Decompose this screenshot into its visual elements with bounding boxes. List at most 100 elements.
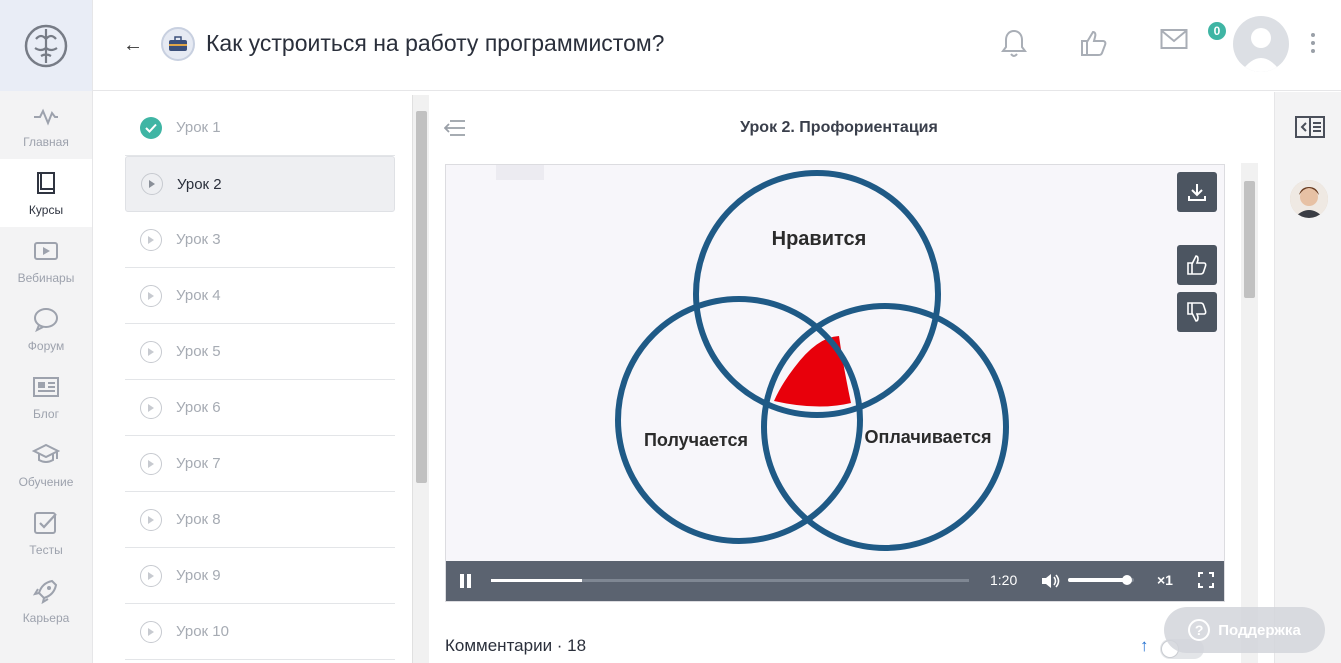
participant-avatar[interactable] xyxy=(1290,180,1328,218)
lesson-label: Урок 9 xyxy=(176,567,221,584)
lesson-label: Урок 10 xyxy=(176,623,229,640)
nav-item-7[interactable]: Карьера xyxy=(0,567,92,635)
lesson-list: Урок 1 Урок 2 Урок 3 Урок 4 Урок 5 Урок 6 Урок… xyxy=(125,100,395,660)
pulse-icon xyxy=(34,108,58,126)
graduation-cap-icon xyxy=(32,443,60,463)
like-lesson-button[interactable] xyxy=(1177,245,1217,285)
nav-item-0[interactable]: Главная xyxy=(0,91,92,159)
nav-item-label: Тесты xyxy=(29,543,63,557)
main-scrollbar[interactable] xyxy=(1241,163,1258,663)
lesson-label: Урок 8 xyxy=(176,511,221,528)
venn-intersection xyxy=(774,336,851,407)
thumb-up-icon xyxy=(1187,255,1207,275)
play-icon xyxy=(140,620,162,643)
chat-icon xyxy=(34,308,58,333)
comments-heading: Комментарии · 18 xyxy=(445,636,587,655)
rocket-icon xyxy=(32,579,58,605)
lesson-label: Урок 1 xyxy=(176,119,221,136)
volume-icon[interactable] xyxy=(1040,571,1060,596)
checkmark-icon xyxy=(140,116,162,139)
nav-item-4[interactable]: Блог xyxy=(0,363,92,431)
thumb-up-icon[interactable] xyxy=(1079,28,1109,63)
time-display: 1:20 xyxy=(990,572,1018,588)
play-icon xyxy=(140,396,162,419)
play-icon xyxy=(140,284,162,307)
play-icon xyxy=(140,564,162,587)
lesson-item[interactable]: Урок 4 xyxy=(125,268,395,324)
nav-item-label: Блог xyxy=(33,407,59,421)
lesson-list-scrollbar[interactable] xyxy=(412,95,429,663)
play-icon xyxy=(140,508,162,531)
download-icon xyxy=(1188,184,1206,201)
video-controls: 1:20 ×1 xyxy=(446,561,1224,601)
play-icon xyxy=(140,228,162,251)
video-player[interactable]: Нравится Получается Оплачивается 1:20 ×1 xyxy=(445,164,1225,602)
course-briefcase-icon xyxy=(161,27,195,61)
nav-item-3[interactable]: Форум xyxy=(0,295,92,363)
mail-icon[interactable] xyxy=(1160,28,1188,55)
lesson-item[interactable]: Урок 1 xyxy=(125,100,395,156)
play-icon xyxy=(140,452,162,475)
lesson-item[interactable]: Урок 9 xyxy=(125,548,395,604)
lesson-item[interactable]: Урок 10 xyxy=(125,604,395,660)
video-icon xyxy=(34,242,58,260)
label-likes: Нравится xyxy=(772,228,867,250)
more-menu-icon[interactable] xyxy=(1311,33,1315,53)
left-nav: Главная Курсы Вебинары Форум Блог Обучение Тес… xyxy=(0,0,93,663)
header: ← Как устроиться на работу программистом… xyxy=(93,0,1341,91)
nav-item-label: Курсы xyxy=(28,203,64,217)
play-icon xyxy=(141,173,163,195)
playback-speed[interactable]: ×1 xyxy=(1157,572,1173,588)
right-panel xyxy=(1274,92,1341,663)
play-icon xyxy=(140,340,162,363)
lesson-label: Урок 4 xyxy=(176,287,221,304)
user-avatar[interactable] xyxy=(1233,16,1289,72)
book-icon xyxy=(37,172,55,194)
nav-item-label: Главная xyxy=(23,135,69,149)
newspaper-icon xyxy=(33,377,59,397)
pause-icon[interactable] xyxy=(460,574,472,588)
lesson-label: Урок 6 xyxy=(176,399,221,416)
nav-item-label: Обучение xyxy=(18,475,74,489)
lesson-header: Урок 2. Профориентация xyxy=(430,95,1275,163)
lesson-label: Урок 5 xyxy=(176,343,221,360)
page-title: Как устроиться на работу программистом? xyxy=(206,30,665,56)
support-button[interactable]: ? Поддержка xyxy=(1164,607,1325,653)
help-icon: ? xyxy=(1188,619,1211,641)
lesson-label: Урок 3 xyxy=(176,231,221,248)
label-paid: Оплачивается xyxy=(864,427,991,447)
checkbox-icon xyxy=(34,512,57,534)
lesson-title: Урок 2. Профориентация xyxy=(740,119,938,136)
lesson-item[interactable]: Урок 5 xyxy=(125,324,395,380)
nav-item-1[interactable]: Курсы xyxy=(0,159,92,227)
download-button[interactable] xyxy=(1177,172,1217,212)
bell-icon[interactable] xyxy=(1001,28,1027,63)
nav-item-5[interactable]: Обучение xyxy=(0,431,92,499)
nav-item-label: Вебинары xyxy=(17,271,75,285)
fullscreen-icon[interactable] xyxy=(1198,572,1214,593)
progress-bar[interactable] xyxy=(491,579,969,582)
dislike-lesson-button[interactable] xyxy=(1177,292,1217,332)
lesson-label: Урок 2 xyxy=(177,175,222,193)
lesson-item[interactable]: Урок 6 xyxy=(125,380,395,436)
nav-item-2[interactable]: Вебинары xyxy=(0,227,92,295)
lesson-item[interactable]: Урок 7 xyxy=(125,436,395,492)
arrow-up-icon[interactable]: ↑ xyxy=(1140,636,1149,656)
nav-item-label: Карьера xyxy=(22,611,70,625)
venn-diagram: Нравится Получается Оплачивается xyxy=(496,165,1009,551)
nav-item-label: Форум xyxy=(27,339,65,353)
thumb-down-icon xyxy=(1187,302,1207,322)
nav-item-6[interactable]: Тесты xyxy=(0,499,92,567)
volume-slider[interactable] xyxy=(1068,575,1134,585)
lesson-item[interactable]: Урок 8 xyxy=(125,492,395,548)
lesson-label: Урок 7 xyxy=(176,455,221,472)
label-can-do: Получается xyxy=(644,430,748,450)
support-label: Поддержка xyxy=(1218,621,1301,639)
lesson-item[interactable]: Урок 2 xyxy=(125,156,395,212)
lesson-item[interactable]: Урок 3 xyxy=(125,212,395,268)
brain-logo-icon xyxy=(24,24,68,67)
likes-count-badge: 0 xyxy=(1206,20,1228,42)
panel-toggle-icon[interactable] xyxy=(1295,116,1325,143)
logo[interactable] xyxy=(0,0,92,91)
back-arrow-icon[interactable]: ← xyxy=(123,34,143,57)
